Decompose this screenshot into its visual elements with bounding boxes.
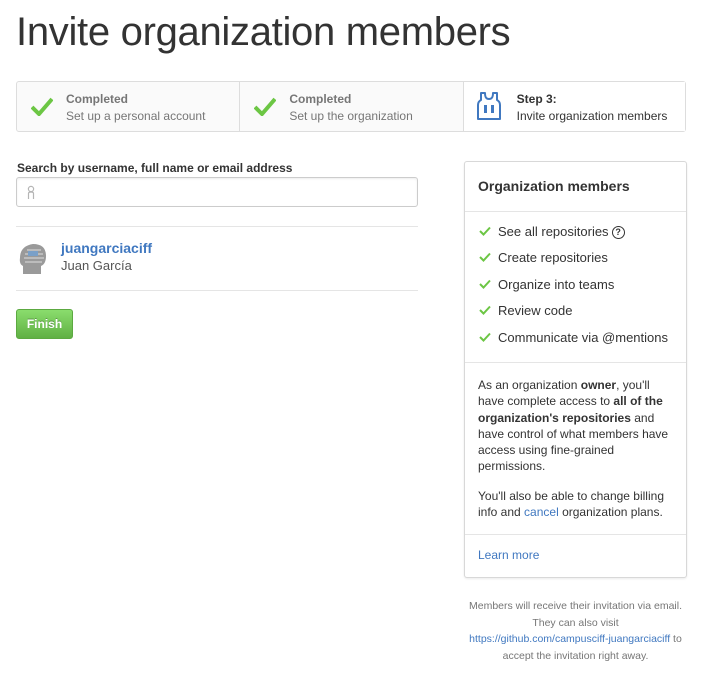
billing-description: You'll also be able to change billing in…	[478, 489, 664, 520]
check-icon	[254, 97, 277, 116]
step-title: Step 3:	[516, 92, 557, 106]
check-icon	[479, 332, 491, 342]
list-item: See all repositories?	[465, 224, 686, 250]
panel-title: Organization members	[465, 162, 686, 212]
list-item: Organize into teams	[465, 277, 686, 303]
step-title: Completed	[66, 92, 129, 106]
divider	[465, 362, 686, 363]
list-item: Review code	[465, 303, 686, 329]
check-icon	[31, 97, 53, 116]
steps-progress: Completed Set up a personal account Comp…	[16, 81, 686, 132]
step-description: Set up the organization	[289, 109, 413, 123]
check-icon	[479, 305, 491, 316]
search-field[interactable]	[16, 177, 418, 208]
person-icon	[27, 185, 35, 199]
finish-button[interactable]: Finish	[16, 309, 73, 339]
step-invite-members: Step 3: Invite organization members	[463, 82, 685, 131]
search-label: Search by username, full name or email a…	[17, 161, 293, 175]
member-full-name: Juan García	[61, 258, 132, 273]
organization-url-link[interactable]: https://github.com/campusciff-juangarcia…	[469, 633, 670, 645]
permission-label: See all repositories	[498, 224, 609, 239]
permission-label: Communicate via @mentions	[498, 329, 668, 345]
cancel-link[interactable]: cancel	[524, 505, 559, 519]
jersey-icon	[476, 92, 501, 120]
question-icon[interactable]: ?	[611, 226, 625, 239]
divider	[465, 534, 686, 535]
step-title: Completed	[289, 92, 352, 106]
check-icon	[479, 226, 491, 236]
permission-label: Organize into teams	[498, 276, 615, 292]
permission-label: Create repositories	[498, 250, 608, 266]
list-item: Create repositories	[465, 250, 686, 276]
step-description: Invite organization members	[516, 109, 668, 123]
avatar[interactable]	[17, 240, 49, 276]
step-organization: Completed Set up the organization	[240, 82, 464, 131]
page-title: Invite organization members	[16, 10, 511, 54]
check-icon	[479, 279, 491, 289]
permissions-list: See all repositories? Create repositorie…	[465, 224, 686, 356]
organization-members-panel: Organization members See all repositorie…	[464, 161, 687, 578]
check-icon	[479, 253, 491, 263]
list-item: Communicate via @mentions	[465, 330, 686, 356]
member-username-link[interactable]: juangarciaciff	[61, 240, 152, 256]
invitation-footnote: Members will receive their invitation vi…	[469, 600, 682, 662]
search-input[interactable]	[41, 178, 415, 208]
owner-description: As an organization owner, you'll have co…	[478, 378, 669, 474]
avatar-image	[17, 240, 49, 276]
divider	[16, 226, 418, 227]
step-personal-account: Completed Set up a personal account	[17, 82, 241, 131]
learn-more-link[interactable]: Learn more	[478, 548, 539, 562]
permission-label: Review code	[498, 303, 573, 319]
divider	[16, 290, 418, 291]
step-description: Set up a personal account	[66, 109, 206, 123]
